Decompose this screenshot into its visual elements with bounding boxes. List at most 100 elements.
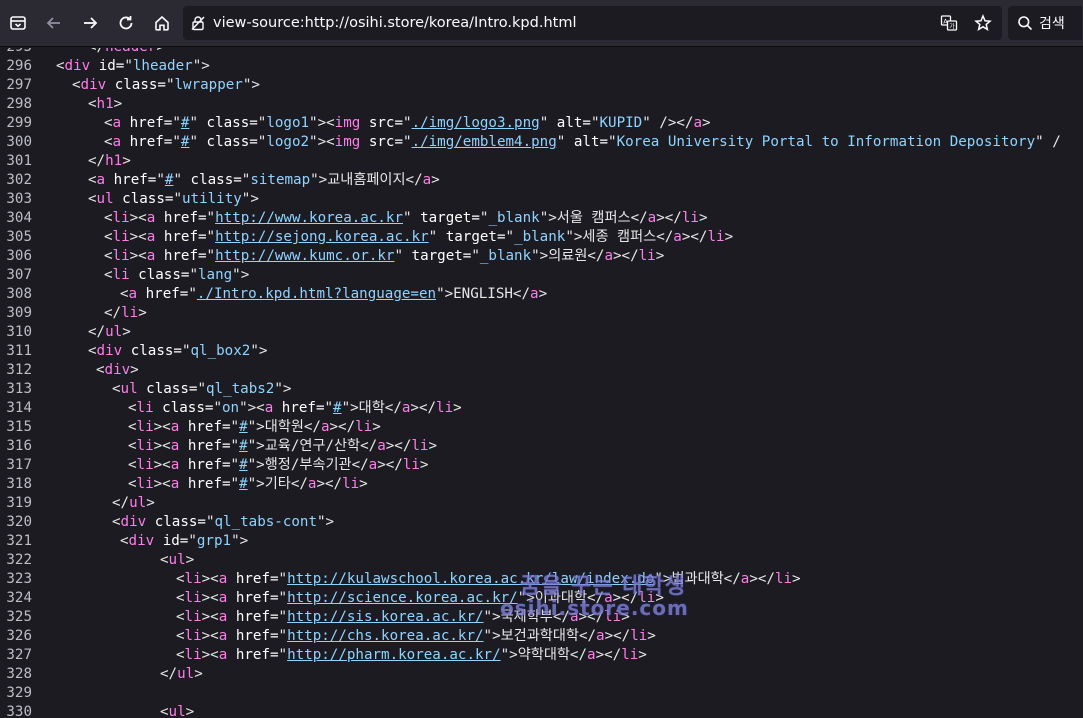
source-link[interactable]: # (239, 476, 248, 492)
code-token: a (170, 419, 180, 435)
source-line: 303 <ul class="utility"> (0, 190, 1083, 209)
code-token: alt= (565, 134, 609, 150)
source-link[interactable]: http://pharm.korea.ac.kr/ (287, 647, 501, 663)
forward-button[interactable] (72, 5, 108, 41)
code-token: " (206, 229, 216, 245)
source-link[interactable]: http://sis.korea.ac.kr/ (287, 609, 483, 625)
line-code: </ul> (112, 494, 155, 513)
code-token: < (88, 191, 97, 207)
source-link[interactable]: ./img/logo3.png (412, 115, 540, 131)
code-token: li (707, 229, 725, 245)
line-code: <div id="grp1"> (120, 532, 248, 551)
code-token: < (176, 647, 185, 663)
code-token: a (96, 172, 106, 188)
code-token: id= (90, 58, 125, 74)
source-line: 328 </ul> (0, 665, 1083, 684)
search-box[interactable]: 검색 (1008, 6, 1082, 40)
line-number: 320 (6, 514, 32, 530)
code-token: ></ (377, 457, 403, 473)
reload-button[interactable] (108, 5, 144, 41)
line-number: 328 (6, 666, 32, 682)
code-token: " (278, 609, 288, 625)
source-line: 315 <li><a href="#">대학원</a></li> (0, 418, 1083, 437)
code-token: " (394, 248, 403, 264)
code-token: class= (153, 400, 214, 416)
code-token: li (136, 419, 154, 435)
source-link[interactable]: http://science.korea.ac.kr/ (287, 590, 518, 606)
line-code: <li class="on"><a href="#">대학</a></li> (128, 399, 462, 418)
code-token: a (264, 400, 274, 416)
code-token: class= (181, 172, 242, 188)
code-token: </ (88, 153, 106, 169)
code-token: a (128, 286, 138, 302)
code-token: </ (88, 324, 106, 340)
code-token: li (342, 476, 360, 492)
translate-icon[interactable]: A가 (936, 10, 962, 36)
source-link[interactable]: # (239, 419, 248, 435)
source-link[interactable]: http://chs.korea.ac.kr/ (287, 628, 483, 644)
line-code: <div> (96, 361, 139, 380)
source-line: 330 <ul> (0, 703, 1083, 718)
source-link[interactable]: http://www.kumc.or.kr (215, 248, 394, 264)
code-token: ">기타</ (247, 476, 308, 492)
code-token: ul (177, 666, 195, 682)
line-number: 319 (6, 495, 32, 511)
code-token: li (184, 609, 202, 625)
code-token: " (172, 115, 181, 131)
code-token: </ (88, 48, 105, 55)
home-button[interactable] (144, 5, 180, 41)
code-token: " (189, 267, 198, 283)
back-button[interactable] (36, 5, 72, 41)
svg-text:A: A (943, 17, 948, 25)
code-token: >< (153, 476, 171, 492)
code-token: href= (227, 571, 279, 587)
line-number: 316 (6, 438, 32, 454)
line-number: 304 (6, 210, 32, 226)
line-code: <a href="./Intro.kpd.html?language=en">E… (120, 285, 547, 304)
code-token: a (673, 229, 682, 245)
code-token: class= (197, 134, 258, 150)
line-number: 303 (6, 191, 32, 207)
code-token: " (173, 191, 182, 207)
line-code: <div class="lwrapper"> (72, 76, 260, 95)
code-token: > (702, 115, 711, 131)
tabs-list-icon[interactable] (0, 5, 36, 41)
code-token: > (130, 362, 139, 378)
code-token: id= (154, 533, 189, 549)
code-token: logo2 (266, 134, 310, 150)
code-token: href= (227, 628, 279, 644)
source-link[interactable]: http://sejong.korea.ac.kr (215, 229, 429, 245)
source-link[interactable]: ./Intro.kpd.html?language=en (197, 286, 436, 302)
source-link[interactable]: # (239, 457, 248, 473)
source-line: 296 <div id="lheader"> (0, 57, 1083, 76)
code-token: < (128, 476, 137, 492)
url-bar[interactable]: view-source:http://osihi.store/korea/Int… (183, 6, 1002, 40)
source-link[interactable]: # (239, 438, 248, 454)
line-code: <a href="#" class="sitemap">교내홈페이지</a> (88, 171, 440, 190)
source-line: 314 <li class="on"><a href="#">대학</a></li… (0, 399, 1083, 418)
code-token: href= (179, 438, 231, 454)
not-secure-icon[interactable] (183, 15, 213, 31)
source-link[interactable]: # (333, 400, 342, 416)
code-token: </ (112, 495, 130, 511)
url-text[interactable]: view-source:http://osihi.store/korea/Int… (213, 15, 576, 31)
code-token: ">ENGLISH</ (436, 286, 531, 302)
source-link[interactable]: ./img/emblem4.png (412, 134, 557, 150)
line-number: 327 (6, 647, 32, 663)
code-token: " (278, 628, 288, 644)
code-token: " (278, 571, 288, 587)
code-token: div (64, 58, 91, 74)
code-token: " (205, 514, 215, 530)
line-number: 317 (6, 457, 32, 473)
line-code: <li><a href="#">행정/부속기관</a></li> (128, 456, 428, 475)
code-token: < (88, 172, 97, 188)
watermark: 꿈을 꾸는 대학생 osihi.store.com (500, 568, 760, 628)
code-token: ql_tabs2 (205, 381, 275, 397)
code-token: " (278, 590, 288, 606)
bookmark-star-icon[interactable] (970, 10, 996, 36)
code-token: class= (146, 514, 206, 530)
line-number: 305 (6, 229, 32, 245)
source-link[interactable]: http://www.korea.ac.kr (215, 210, 403, 226)
line-code: <h1> (88, 95, 122, 114)
source-line: 321 <div id="grp1"> (0, 532, 1083, 551)
